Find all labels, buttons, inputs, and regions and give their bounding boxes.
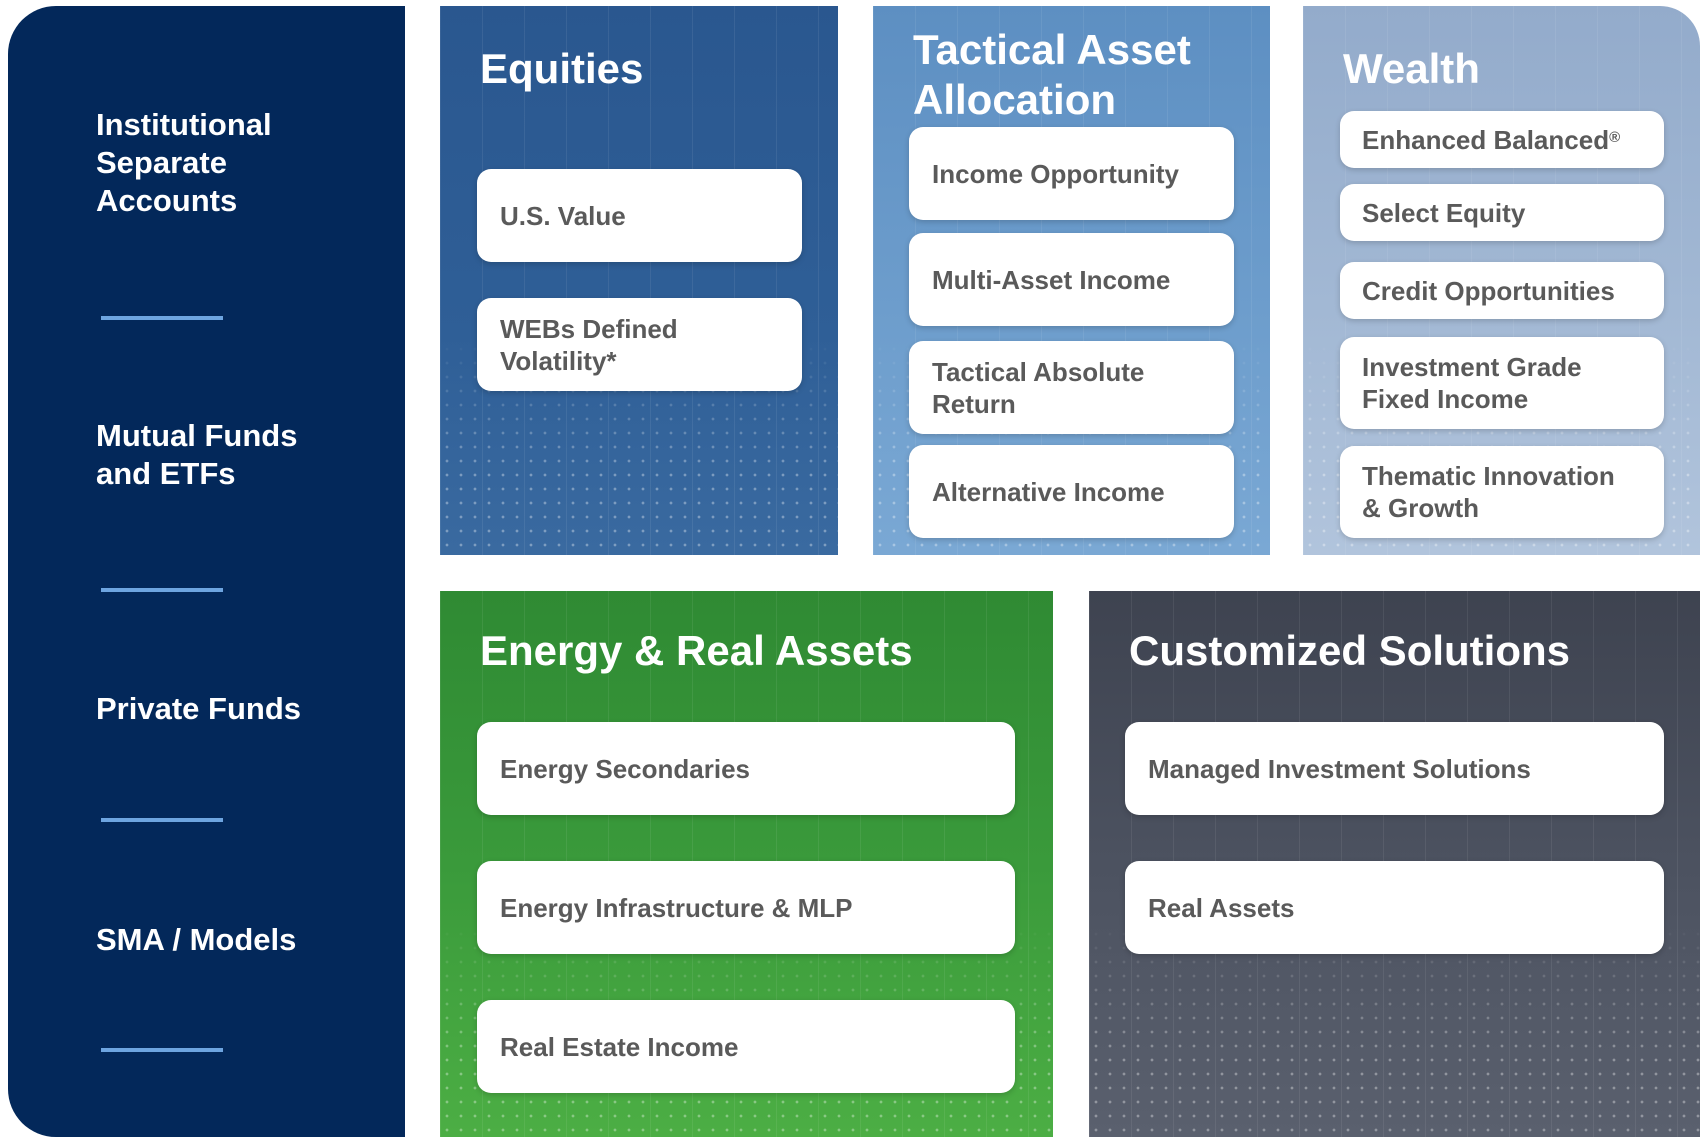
strategy-card-energy-secondaries: Energy Secondaries — [477, 722, 1015, 815]
strategy-card-alternative-income: Alternative Income — [909, 445, 1234, 538]
strategy-card-label: Real Estate Income — [500, 1031, 739, 1062]
sidebar-divider — [101, 316, 223, 320]
strategy-card-label: Thematic Innovation & Growth — [1362, 461, 1615, 523]
strategy-card-label: Energy Secondaries — [500, 753, 750, 784]
panel-title: Tactical Asset Allocation — [913, 26, 1191, 123]
strategy-card-us-value: U.S. Value — [477, 169, 802, 262]
strategy-card-credit-opportunities: Credit Opportunities — [1340, 262, 1664, 319]
strategy-card-enhanced-balanced: Enhanced Balanced® — [1340, 111, 1664, 168]
sidebar-divider — [101, 588, 223, 592]
strategy-card-label: Income Opportunity — [932, 158, 1179, 189]
wealth-panel: Wealth Enhanced Balanced® Select Equity … — [1303, 6, 1700, 555]
strategy-card-label: Managed Investment Solutions — [1148, 753, 1531, 784]
strategy-card-investment-grade-fixed-income: Investment Grade Fixed Income — [1340, 337, 1664, 429]
strategy-card-label: Alternative Income — [932, 476, 1165, 507]
sidebar-item-sma-models: SMA / Models — [96, 922, 297, 957]
registered-mark: ® — [1609, 128, 1621, 146]
strategy-card-label: Tactical Absolute Return — [932, 356, 1145, 419]
sidebar-divider — [101, 818, 223, 822]
channel-sidebar: Institutional Separate Accounts Mutual F… — [8, 6, 405, 1137]
panel-title: Energy & Real Assets — [480, 627, 913, 674]
strategy-card-tactical-absolute-return: Tactical Absolute Return — [909, 341, 1234, 434]
sidebar-item-institutional-separate-accounts: Institutional Separate Accounts — [96, 107, 272, 218]
energy-real-assets-panel: Energy & Real Assets Energy Secondaries … — [440, 591, 1053, 1137]
customized-solutions-panel: Customized Solutions Managed Investment … — [1089, 591, 1700, 1137]
strategy-card-label: Multi-Asset Income — [932, 264, 1171, 295]
strategy-card-label-text: Enhanced Balanced — [1362, 124, 1610, 155]
sidebar-item-mutual-funds-etfs: Mutual Funds and ETFs — [96, 418, 298, 491]
tactical-asset-allocation-panel: Tactical Asset Allocation Income Opportu… — [873, 6, 1270, 555]
strategy-card-real-assets: Real Assets — [1125, 861, 1664, 954]
strategy-card-real-estate-income: Real Estate Income — [477, 1000, 1015, 1093]
strategy-card-multi-asset-income: Multi-Asset Income — [909, 233, 1234, 326]
strategy-card-select-equity: Select Equity — [1340, 184, 1664, 241]
strategy-card-managed-investment-solutions: Managed Investment Solutions — [1125, 722, 1664, 815]
strategy-card-label: WEBs Defined Volatility* — [500, 313, 678, 376]
sidebar-item-private-funds: Private Funds — [96, 691, 301, 726]
strategy-card-label: U.S. Value — [500, 200, 626, 231]
strategy-card-label: Select Equity — [1362, 197, 1526, 228]
panel-title: Wealth — [1343, 45, 1480, 92]
strategy-card-label: Investment Grade Fixed Income — [1362, 352, 1582, 414]
strategy-card-thematic-innovation-growth: Thematic Innovation & Growth — [1340, 446, 1664, 538]
panel-title: Equities — [480, 45, 644, 92]
equities-panel: Equities U.S. Value WEBs Defined Volatil… — [440, 6, 838, 555]
panel-title: Customized Solutions — [1129, 627, 1570, 674]
sidebar-divider — [101, 1048, 223, 1052]
strategy-card-webs-defined-volatility: WEBs Defined Volatility* — [477, 298, 802, 391]
strategy-card-label: Credit Opportunities — [1362, 275, 1615, 306]
strategy-card-income-opportunity: Income Opportunity — [909, 127, 1234, 220]
strategy-card-label: Enhanced Balanced® — [1362, 124, 1650, 156]
strategy-card-energy-infrastructure-mlp: Energy Infrastructure & MLP — [477, 861, 1015, 954]
strategy-card-label: Energy Infrastructure & MLP — [500, 892, 853, 923]
strategy-card-label: Real Assets — [1148, 892, 1295, 923]
